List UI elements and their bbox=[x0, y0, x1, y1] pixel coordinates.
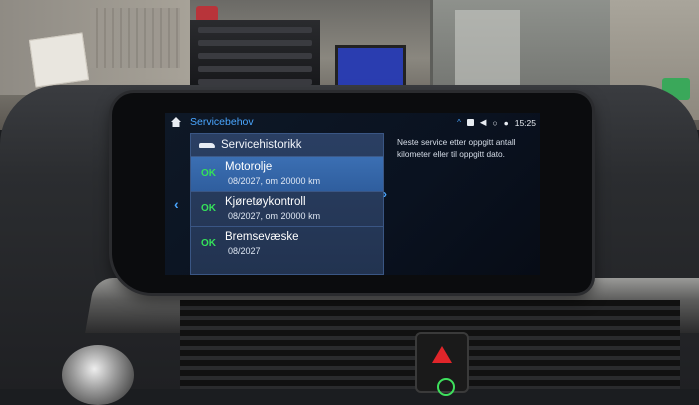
phone-icon bbox=[466, 119, 474, 126]
chevron-up-icon[interactable]: ^ bbox=[457, 118, 461, 127]
status-ok: OK bbox=[201, 203, 216, 214]
door-window bbox=[455, 10, 520, 90]
settings-icon: ● bbox=[503, 117, 509, 128]
list-item[interactable]: OK Motorolje 08/2027, om 20000 km bbox=[191, 157, 383, 192]
service-history-panel: Servicehistorikk OK Motorolje 08/2027, o… bbox=[190, 133, 384, 275]
volume-knob[interactable] bbox=[62, 345, 134, 405]
chevron-right-icon[interactable]: › bbox=[383, 187, 387, 201]
list-item[interactable]: OK Bremsevæske 08/2027 bbox=[191, 227, 383, 261]
item-title: Kjøretøykontroll bbox=[225, 196, 306, 208]
status-bar: ^ ◀ ○ ● 15:25 bbox=[457, 117, 536, 128]
panel-header-label: Servicehistorikk bbox=[221, 139, 302, 151]
status-ok: OK bbox=[201, 238, 216, 249]
infotainment-screen: Servicebehov ^ ◀ ○ ● 15:25 ‹ Servicehist… bbox=[165, 113, 540, 275]
chevron-left-icon[interactable]: ‹ bbox=[174, 196, 179, 212]
item-detail: 08/2027, om 20000 km bbox=[228, 211, 321, 221]
list-item[interactable]: OK Kjøretøykontroll 08/2027, om 20000 km bbox=[191, 192, 383, 227]
top-bar: Servicebehov ^ ◀ ○ ● 15:25 bbox=[165, 113, 540, 131]
green-indicator-icon bbox=[437, 378, 455, 396]
volume-icon: ◀ bbox=[479, 117, 487, 127]
pegboard bbox=[90, 8, 180, 68]
car-icon bbox=[199, 141, 215, 149]
item-detail: 08/2027 bbox=[228, 246, 261, 256]
status-ok: OK bbox=[201, 168, 216, 179]
wall-paper bbox=[28, 32, 90, 88]
screen-title: Servicebehov bbox=[190, 116, 254, 128]
user-icon: ○ bbox=[492, 117, 498, 128]
panel-header: Servicehistorikk bbox=[191, 134, 383, 157]
hazard-triangle-icon bbox=[432, 346, 452, 363]
home-icon[interactable] bbox=[170, 116, 182, 128]
tool-cabinet bbox=[190, 20, 320, 90]
item-title: Bremsevæske bbox=[225, 231, 299, 243]
service-description: Neste service etter oppgitt antall kilom… bbox=[397, 137, 516, 159]
clock: 15:25 bbox=[514, 117, 536, 128]
item-title: Motorolje bbox=[225, 161, 273, 173]
item-detail: 08/2027, om 20000 km bbox=[228, 176, 321, 186]
